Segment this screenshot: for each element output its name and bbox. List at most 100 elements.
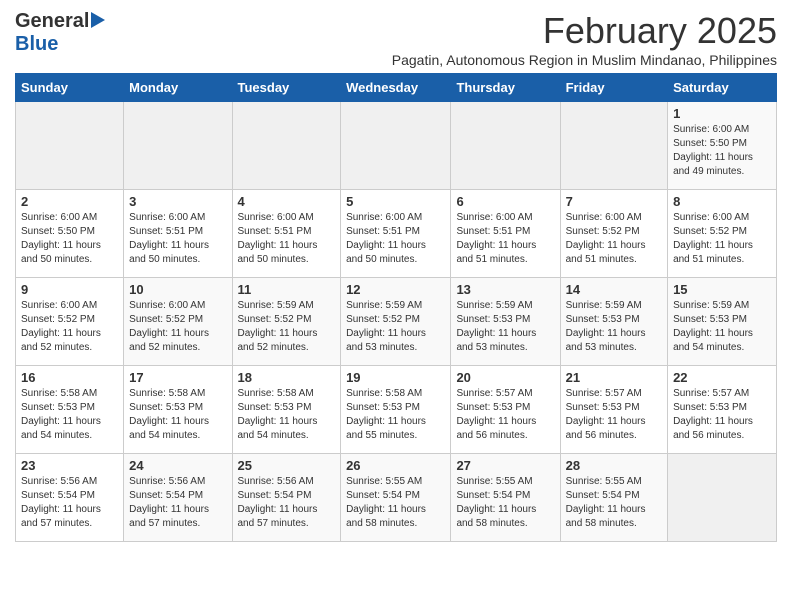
day-info: Sunrise: 5:56 AM Sunset: 5:54 PM Dayligh… <box>238 475 336 531</box>
logo-general: General <box>15 10 89 33</box>
day-number: 8 <box>673 194 771 209</box>
calendar-cell: 28 Sunrise: 5:55 AM Sunset: 5:54 PM Dayli… <box>560 454 667 542</box>
day-info: Sunrise: 5:55 AM Sunset: 5:54 PM Dayligh… <box>456 475 554 531</box>
day-info: Sunrise: 6:00 AM Sunset: 5:51 PM Dayligh… <box>456 211 554 267</box>
calendar-cell <box>124 102 232 190</box>
calendar-cell: 26 Sunrise: 5:55 AM Sunset: 5:54 PM Dayli… <box>341 454 451 542</box>
day-info: Sunrise: 6:00 AM Sunset: 5:52 PM Dayligh… <box>673 211 771 267</box>
weekday-header-thursday: Thursday <box>451 74 560 102</box>
calendar-cell <box>451 102 560 190</box>
calendar-cell <box>16 102 124 190</box>
day-number: 24 <box>129 458 226 473</box>
weekday-header-wednesday: Wednesday <box>341 74 451 102</box>
day-number: 16 <box>21 370 118 385</box>
calendar-cell: 7Sunrise: 6:00 AM Sunset: 5:52 PM Daylig… <box>560 190 667 278</box>
day-number: 18 <box>238 370 336 385</box>
day-info: Sunrise: 6:00 AM Sunset: 5:52 PM Dayligh… <box>129 299 226 355</box>
calendar-cell: 21 Sunrise: 5:57 AM Sunset: 5:53 PM Dayli… <box>560 366 667 454</box>
day-number: 12 <box>346 282 445 297</box>
day-info: Sunrise: 5:57 AM Sunset: 5:53 PM Dayligh… <box>673 387 771 443</box>
calendar-cell: 11 Sunrise: 5:59 AM Sunset: 5:52 PM Dayli… <box>232 278 341 366</box>
day-number: 21 <box>566 370 662 385</box>
calendar-cell: 24 Sunrise: 5:56 AM Sunset: 5:54 PM Dayli… <box>124 454 232 542</box>
logo-arrow-icon <box>91 12 105 28</box>
day-number: 10 <box>129 282 226 297</box>
day-info: Sunrise: 5:56 AM Sunset: 5:54 PM Dayligh… <box>129 475 226 531</box>
page: General Blue February 2025 Pagatin, Auto… <box>0 0 792 612</box>
calendar-cell: 1Sunrise: 6:00 AM Sunset: 5:50 PM Daylig… <box>668 102 777 190</box>
day-number: 2 <box>21 194 118 209</box>
day-info: Sunrise: 5:58 AM Sunset: 5:53 PM Dayligh… <box>21 387 118 443</box>
week-row-1: 1Sunrise: 6:00 AM Sunset: 5:50 PM Daylig… <box>16 102 777 190</box>
calendar-cell <box>560 102 667 190</box>
calendar-cell: 12Sunrise: 5:59 AM Sunset: 5:52 PM Dayli… <box>341 278 451 366</box>
day-info: Sunrise: 6:00 AM Sunset: 5:51 PM Dayligh… <box>238 211 336 267</box>
week-row-4: 16 Sunrise: 5:58 AM Sunset: 5:53 PM Dayli… <box>16 366 777 454</box>
day-number: 3 <box>129 194 226 209</box>
day-number: 23 <box>21 458 118 473</box>
calendar-cell: 13 Sunrise: 5:59 AM Sunset: 5:53 PM Dayli… <box>451 278 560 366</box>
calendar: SundayMondayTuesdayWednesdayThursdayFrid… <box>15 73 777 542</box>
logo: General Blue <box>15 10 105 56</box>
day-info: Sunrise: 6:00 AM Sunset: 5:51 PM Dayligh… <box>346 211 445 267</box>
week-row-3: 9 Sunrise: 6:00 AM Sunset: 5:52 PM Daylig… <box>16 278 777 366</box>
weekday-header-row: SundayMondayTuesdayWednesdayThursdayFrid… <box>16 74 777 102</box>
day-number: 11 <box>238 282 336 297</box>
day-number: 19 <box>346 370 445 385</box>
calendar-cell <box>341 102 451 190</box>
weekday-header-monday: Monday <box>124 74 232 102</box>
day-info: Sunrise: 5:57 AM Sunset: 5:53 PM Dayligh… <box>456 387 554 443</box>
day-number: 25 <box>238 458 336 473</box>
calendar-cell: 5Sunrise: 6:00 AM Sunset: 5:51 PM Daylig… <box>341 190 451 278</box>
calendar-cell: 8 Sunrise: 6:00 AM Sunset: 5:52 PM Daylig… <box>668 190 777 278</box>
title-block: February 2025 Pagatin, Autonomous Region… <box>392 10 777 68</box>
day-number: 13 <box>456 282 554 297</box>
day-info: Sunrise: 5:58 AM Sunset: 5:53 PM Dayligh… <box>346 387 445 443</box>
calendar-cell <box>232 102 341 190</box>
day-info: Sunrise: 5:55 AM Sunset: 5:54 PM Dayligh… <box>346 475 445 531</box>
calendar-cell: 18 Sunrise: 5:58 AM Sunset: 5:53 PM Dayli… <box>232 366 341 454</box>
day-info: Sunrise: 5:59 AM Sunset: 5:53 PM Dayligh… <box>566 299 662 355</box>
day-info: Sunrise: 6:00 AM Sunset: 5:50 PM Dayligh… <box>673 123 771 179</box>
calendar-cell: 25 Sunrise: 5:56 AM Sunset: 5:54 PM Dayli… <box>232 454 341 542</box>
calendar-cell: 14 Sunrise: 5:59 AM Sunset: 5:53 PM Dayli… <box>560 278 667 366</box>
day-info: Sunrise: 5:59 AM Sunset: 5:53 PM Dayligh… <box>456 299 554 355</box>
logo-blue: Blue <box>15 33 58 55</box>
calendar-cell: 15 Sunrise: 5:59 AM Sunset: 5:53 PM Dayli… <box>668 278 777 366</box>
day-number: 28 <box>566 458 662 473</box>
weekday-header-sunday: Sunday <box>16 74 124 102</box>
main-title: February 2025 <box>392 10 777 52</box>
calendar-cell <box>668 454 777 542</box>
day-number: 22 <box>673 370 771 385</box>
weekday-header-friday: Friday <box>560 74 667 102</box>
day-info: Sunrise: 5:55 AM Sunset: 5:54 PM Dayligh… <box>566 475 662 531</box>
calendar-cell: 2 Sunrise: 6:00 AM Sunset: 5:50 PM Daylig… <box>16 190 124 278</box>
day-info: Sunrise: 5:59 AM Sunset: 5:52 PM Dayligh… <box>238 299 336 355</box>
day-number: 14 <box>566 282 662 297</box>
day-number: 15 <box>673 282 771 297</box>
calendar-cell: 23Sunrise: 5:56 AM Sunset: 5:54 PM Dayli… <box>16 454 124 542</box>
day-number: 6 <box>456 194 554 209</box>
calendar-cell: 3 Sunrise: 6:00 AM Sunset: 5:51 PM Daylig… <box>124 190 232 278</box>
day-info: Sunrise: 6:00 AM Sunset: 5:51 PM Dayligh… <box>129 211 226 267</box>
day-info: Sunrise: 5:57 AM Sunset: 5:53 PM Dayligh… <box>566 387 662 443</box>
day-info: Sunrise: 5:58 AM Sunset: 5:53 PM Dayligh… <box>129 387 226 443</box>
day-number: 9 <box>21 282 118 297</box>
calendar-cell: 17 Sunrise: 5:58 AM Sunset: 5:53 PM Dayli… <box>124 366 232 454</box>
calendar-cell: 16 Sunrise: 5:58 AM Sunset: 5:53 PM Dayli… <box>16 366 124 454</box>
day-info: Sunrise: 5:59 AM Sunset: 5:53 PM Dayligh… <box>673 299 771 355</box>
subtitle: Pagatin, Autonomous Region in Muslim Min… <box>392 52 777 68</box>
week-row-5: 23 Sunrise: 5:56 AM Sunset: 5:54 PM Dayli… <box>16 454 777 542</box>
calendar-cell: 4Sunrise: 6:00 AM Sunset: 5:51 PM Daylig… <box>232 190 341 278</box>
header: General Blue February 2025 Pagatin, Auto… <box>15 10 777 68</box>
calendar-cell: 27Sunrise: 5:55 AM Sunset: 5:54 PM Dayli… <box>451 454 560 542</box>
day-number: 26 <box>346 458 445 473</box>
day-info: Sunrise: 6:00 AM Sunset: 5:50 PM Dayligh… <box>21 211 118 267</box>
calendar-cell: 22 Sunrise: 5:57 AM Sunset: 5:53 PM Dayli… <box>668 366 777 454</box>
weekday-header-saturday: Saturday <box>668 74 777 102</box>
calendar-cell: 6 Sunrise: 6:00 AM Sunset: 5:51 PM Daylig… <box>451 190 560 278</box>
day-number: 17 <box>129 370 226 385</box>
day-info: Sunrise: 5:58 AM Sunset: 5:53 PM Dayligh… <box>238 387 336 443</box>
day-number: 20 <box>456 370 554 385</box>
weekday-header-tuesday: Tuesday <box>232 74 341 102</box>
